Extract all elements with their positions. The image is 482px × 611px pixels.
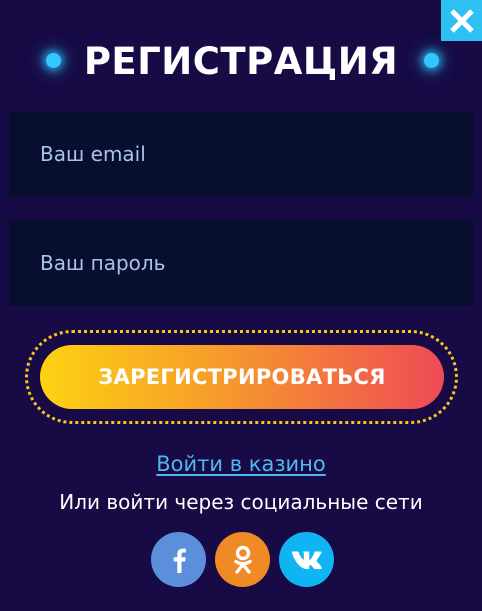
registration-modal: РЕГИСТРАЦИЯ ЗАРЕГИСТРИРОВАТЬСЯ Войти в к… bbox=[0, 0, 482, 611]
vk-button[interactable] bbox=[279, 532, 334, 587]
close-icon bbox=[449, 8, 474, 33]
odnoklassniki-icon bbox=[233, 545, 252, 574]
title-row: РЕГИСТРАЦИЯ bbox=[0, 36, 482, 86]
close-button[interactable] bbox=[441, 0, 482, 41]
facebook-button[interactable] bbox=[151, 532, 206, 587]
login-link[interactable]: Войти в казино bbox=[0, 452, 482, 476]
register-button[interactable]: ЗАРЕГИСТРИРОВАТЬСЯ bbox=[40, 345, 444, 409]
social-buttons bbox=[151, 532, 334, 587]
password-input[interactable] bbox=[9, 220, 473, 306]
vk-icon bbox=[291, 551, 322, 569]
title-dot-left bbox=[46, 53, 61, 68]
odnoklassniki-button[interactable] bbox=[215, 532, 270, 587]
facebook-icon bbox=[173, 548, 186, 573]
title-dot-right bbox=[424, 53, 439, 68]
social-login-label: Или войти через социальные сети bbox=[59, 490, 423, 514]
email-input[interactable] bbox=[9, 111, 473, 197]
modal-title: РЕГИСТРАЦИЯ bbox=[83, 39, 399, 83]
